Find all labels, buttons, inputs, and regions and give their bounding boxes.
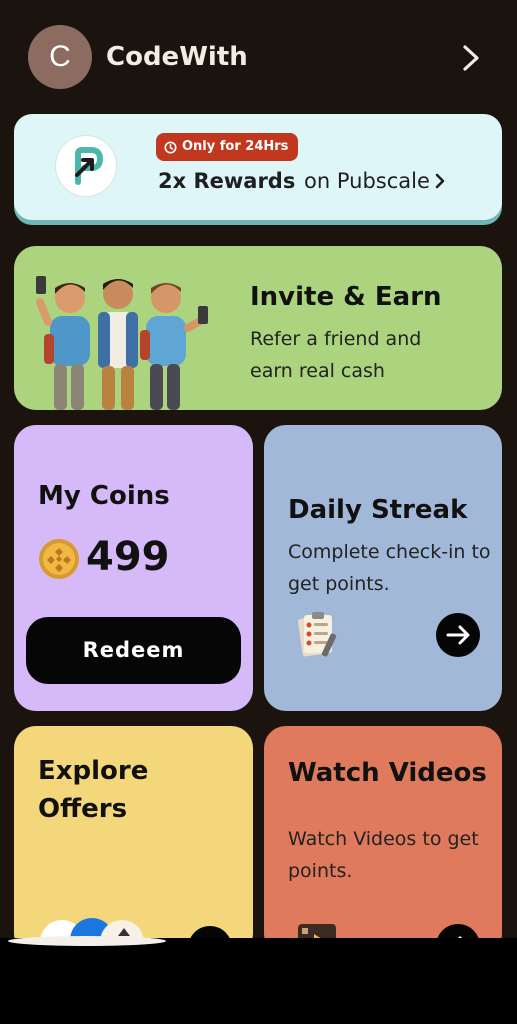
chevron-right-icon[interactable] (458, 44, 484, 72)
coins-title: My Coins (38, 481, 170, 511)
streak-description: Complete check-in to get points. (288, 541, 491, 595)
promo-badge: Only for 24Hrs (156, 133, 299, 161)
watch-videos-card[interactable]: Watch Videos Watch Videos to get points. (264, 726, 502, 956)
offers-title: Explore Offers (38, 756, 149, 824)
daily-streak-card[interactable]: Daily Streak Complete check-in to get po… (264, 425, 502, 711)
promo-badge-label: Only for 24Hrs (182, 139, 289, 154)
redeem-button[interactable]: Redeem (26, 617, 241, 684)
invite-earn-card[interactable]: Invite & Earn Refer a friend and earn re… (14, 246, 502, 410)
explore-offers-card[interactable]: Explore Offers (14, 726, 253, 956)
bottom-bar (0, 938, 517, 1024)
coins-balance: 499 (86, 534, 170, 580)
arrow-right-icon (446, 625, 470, 645)
promo-title-bold: 2x Rewards (158, 169, 296, 193)
username[interactable]: CodeWith (106, 40, 248, 74)
streak-title: Daily Streak (288, 495, 468, 525)
clock-icon (164, 141, 177, 153)
friends-illustration (36, 276, 208, 410)
my-coins-card: My Coins 499 Redeem (14, 425, 253, 711)
invite-description: Refer a friend and earn real cash (250, 328, 422, 382)
videos-title: Watch Videos (288, 758, 487, 788)
coin-icon (39, 539, 79, 579)
bottom-nav-hint (8, 936, 166, 946)
avatar[interactable]: C (28, 25, 92, 89)
chevron-right-icon (435, 173, 445, 189)
pubscale-logo-icon (56, 136, 116, 196)
videos-description: Watch Videos to get points. (288, 828, 479, 882)
checklist-icon (298, 612, 337, 657)
promo-title[interactable]: 2x Rewards on Pubscale (158, 166, 448, 196)
invite-title: Invite & Earn (250, 282, 442, 312)
promo-title-rest: on Pubscale (297, 169, 430, 193)
streak-arrow-button[interactable] (436, 613, 480, 657)
